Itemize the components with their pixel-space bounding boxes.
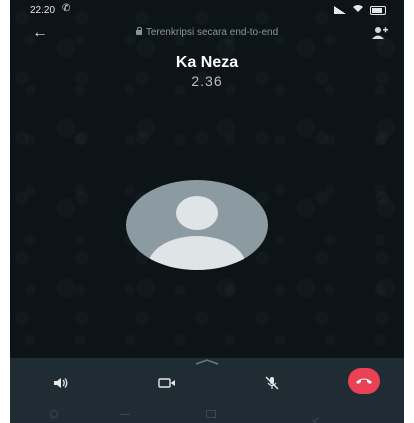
encryption-notice: Terenkripsi secara end-to-end — [10, 27, 404, 38]
call-screen: 22.20 ✆ ← Terenkripsi secara end-to-end … — [10, 0, 404, 423]
status-time: 22.20 — [30, 5, 56, 16]
system-nav-bar — [10, 405, 404, 423]
signal-icon — [334, 6, 346, 14]
call-duration: 2.36 — [191, 73, 223, 89]
add-person-icon[interactable] — [370, 26, 388, 40]
status-bar: 22.20 ✆ — [10, 0, 404, 20]
video-button[interactable] — [152, 372, 182, 394]
lock-icon — [135, 27, 142, 35]
end-call-icon — [356, 378, 372, 384]
contact-name: Ka Neza — [175, 54, 239, 71]
back-triangle-icon[interactable] — [311, 412, 322, 423]
end-call-button[interactable] — [348, 368, 380, 394]
status-icons — [334, 4, 386, 16]
wifi-icon — [352, 4, 364, 16]
speaker-button[interactable] — [46, 372, 76, 394]
home-icon[interactable] — [206, 410, 216, 418]
chevron-up-icon[interactable] — [195, 352, 219, 365]
battery-icon — [370, 5, 386, 15]
encryption-text: Terenkripsi secara end-to-end — [145, 27, 279, 38]
microphone-off-icon — [265, 376, 279, 390]
avatar-body — [148, 236, 246, 270]
call-header: ← Terenkripsi secara end-to-end — [10, 24, 404, 44]
phone-icon: ✆ — [62, 3, 71, 14]
speaker-icon — [54, 378, 68, 388]
menu-icon[interactable] — [120, 414, 130, 415]
video-camera-icon — [158, 378, 175, 388]
mute-button[interactable] — [257, 372, 287, 394]
avatar-head — [176, 196, 218, 230]
avatar — [126, 180, 268, 270]
circle-icon[interactable] — [50, 410, 58, 418]
call-controls — [10, 358, 404, 423]
